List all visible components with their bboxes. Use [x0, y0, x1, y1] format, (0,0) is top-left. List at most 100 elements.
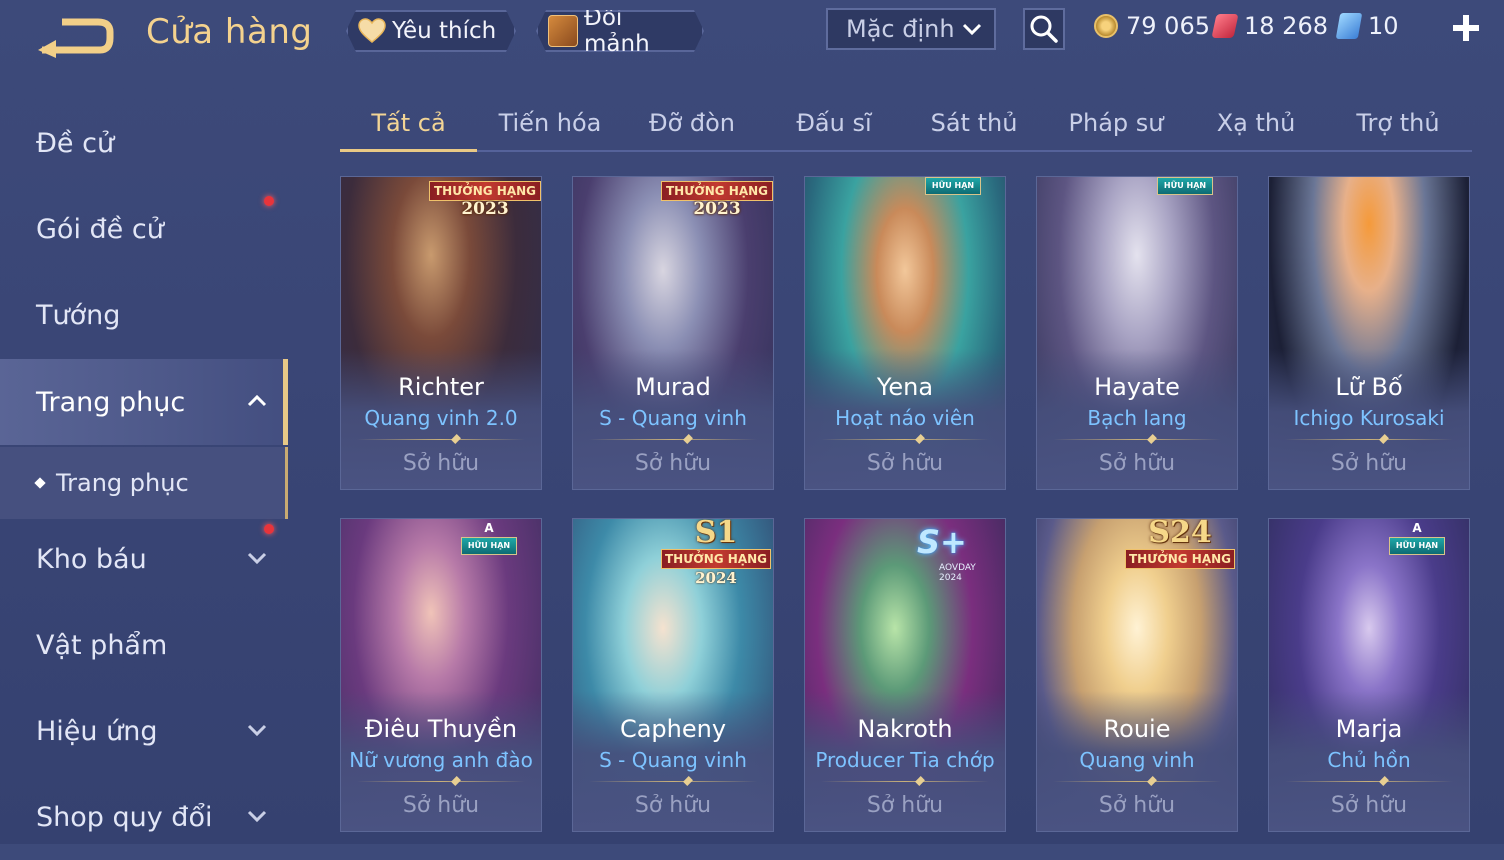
voucher-amount: 10 [1368, 12, 1399, 40]
skin-card[interactable]: A HỮU HẠN Marja Chủ hồn Sở hữu [1268, 518, 1470, 832]
season-label: S24 [1148, 518, 1212, 550]
skin-card[interactable]: Lữ Bố Ichigo Kurosaki Sở hữu [1268, 176, 1470, 490]
sidebar-item-label: Trang phục [56, 469, 189, 497]
sidebar-item-recommended-bundles[interactable]: Gói đề cử [0, 186, 288, 272]
hero-name: Nakroth [857, 715, 953, 743]
skin-card[interactable]: HỮU HẠN Hayate Bạch lang Sở hữu [1036, 176, 1238, 490]
hero-name: Lữ Bố [1335, 373, 1403, 401]
skin-card[interactable]: THƯỞNG HẠNG 2023 Murad S - Quang vinh Sở… [572, 176, 774, 490]
sort-dropdown[interactable]: Mặc định [826, 8, 996, 50]
role-tabs: Tất cả Tiến hóa Đỡ đòn Đấu sĩ Sát thủ Ph… [340, 96, 1472, 152]
skin-name: Chủ hồn [1327, 748, 1411, 772]
notification-dot [264, 524, 274, 534]
chest-icon [548, 15, 578, 47]
divider [1285, 781, 1453, 782]
badge-year: 2023 [461, 199, 509, 219]
skin-name: Bạch lang [1087, 406, 1187, 430]
sidebar-item-label: Kho báu [36, 543, 147, 575]
tab-mage[interactable]: Pháp sư [1048, 96, 1184, 150]
ruby-icon [1211, 14, 1239, 38]
favorites-label: Yêu thích [392, 18, 497, 44]
divider [821, 439, 989, 440]
sidebar-item-treasure[interactable]: Kho báu [0, 516, 288, 602]
badge-year: 2024 [695, 569, 737, 587]
skin-name: Quang vinh [1079, 748, 1195, 772]
divider [821, 781, 989, 782]
sidebar-item-heroes[interactable]: Tướng [0, 272, 288, 358]
skin-card[interactable]: THƯỞNG HẠNG 2023 Richter Quang vinh 2.0 … [340, 176, 542, 490]
sidebar-item-label: Hiệu ứng [36, 715, 158, 747]
tab-label: Tất cả [371, 109, 446, 137]
hero-name: Marja [1335, 715, 1403, 743]
owned-status: Sở hữu [402, 793, 480, 818]
search-icon [1030, 15, 1058, 43]
splus-label: S+ [917, 523, 967, 561]
tab-assassin[interactable]: Sát thủ [906, 96, 1042, 150]
sidebar-item-items[interactable]: Vật phẩm [0, 602, 288, 688]
limited-badge: HỮU HẠN [925, 177, 981, 195]
exchange-shards-label: Đổi mảnh [584, 5, 650, 57]
gold-coin-icon [1094, 14, 1118, 38]
skin-name: Hoạt náo viên [835, 406, 975, 430]
tab-fighter[interactable]: Đấu sĩ [766, 96, 902, 150]
sidebar-item-recommended[interactable]: Đề cử [0, 100, 288, 186]
tab-evolution[interactable]: Tiến hóa [482, 96, 618, 150]
chevron-down-icon [962, 23, 982, 36]
rank-reward-ribbon: THƯỞNG HẠNG [661, 181, 773, 201]
divider [1053, 439, 1221, 440]
owned-status: Sở hữu [866, 451, 944, 476]
skin-card[interactable]: S1 THƯỞNG HẠNG 2024 Capheny S - Quang vi… [572, 518, 774, 832]
notification-dot [264, 196, 274, 206]
divider [589, 781, 757, 782]
hero-name: Capheny [619, 715, 727, 743]
sidebar-item-effects[interactable]: Hiệu ứng [0, 688, 288, 774]
owned-status: Sở hữu [634, 451, 712, 476]
skin-name: Nữ vương anh đào [349, 748, 533, 772]
skin-name: Ichigo Kurosaki [1293, 406, 1445, 430]
search-button[interactable] [1023, 8, 1065, 50]
hero-name: Yena [876, 373, 934, 401]
rank-reward-ribbon: THƯỞNG HẠNG [429, 181, 541, 201]
hero-name: Rouie [1103, 715, 1171, 743]
season-label: S1 [694, 518, 738, 550]
chevron-down-icon [247, 724, 267, 737]
back-arrow-icon[interactable] [36, 14, 116, 58]
sidebar-item-skins[interactable]: Trang phục [0, 359, 288, 445]
exchange-shards-button[interactable]: Đổi mảnh [536, 10, 704, 52]
tab-label: Pháp sư [1068, 109, 1164, 137]
hero-name: Điêu Thuyền [364, 715, 518, 743]
tab-label: Xạ thủ [1216, 109, 1296, 137]
sidebar-subitem-skins[interactable]: Trang phục [0, 447, 288, 519]
rank-reward-badge: THƯỞNG HẠNG 2023 [661, 179, 773, 219]
top-bar: Cửa hàng Yêu thích Đổi mảnh Mặc định 79 … [0, 0, 1504, 64]
divider [357, 781, 525, 782]
tab-marksman[interactable]: Xạ thủ [1188, 96, 1324, 150]
limited-badge: HỮU HẠN [1157, 177, 1213, 195]
gold-amount: 79 065 [1126, 12, 1210, 40]
skin-name: S - Quang vinh [599, 748, 747, 772]
ruby-balance: 18 268 [1211, 12, 1328, 40]
skin-card[interactable]: HỮU HẠN Yena Hoạt náo viên Sở hữu [804, 176, 1006, 490]
voucher-icon [1335, 13, 1363, 39]
owned-status: Sở hữu [1330, 793, 1408, 818]
skin-grid: THƯỞNG HẠNG 2023 Richter Quang vinh 2.0 … [340, 176, 1480, 844]
tab-support[interactable]: Trợ thủ [1330, 96, 1466, 150]
sidebar-item-exchange-shop[interactable]: Shop quy đổi [0, 774, 288, 860]
rank-reward-ribbon: THƯỞNG HẠNG [661, 549, 771, 569]
tab-label: Trợ thủ [1356, 109, 1440, 137]
tab-tank[interactable]: Đỡ đòn [624, 96, 760, 150]
divider [1285, 439, 1453, 440]
tab-all[interactable]: Tất cả [340, 96, 477, 152]
skin-card[interactable]: A HỮU HẠN Điêu Thuyền Nữ vương anh đào S… [340, 518, 542, 832]
favorites-button[interactable]: Yêu thích [346, 10, 516, 52]
plus-icon[interactable] [1448, 10, 1484, 46]
heart-icon [358, 18, 386, 44]
sidebar-item-label: Vật phẩm [36, 629, 168, 661]
hero-name: Hayate [1094, 373, 1180, 401]
skin-card[interactable]: S24 THƯỞNG HẠNG Rouie Quang vinh Sở hữu [1036, 518, 1238, 832]
splus-badge: S+ AOVDAY 2024 [917, 523, 997, 583]
sidebar-item-label: Shop quy đổi [36, 801, 213, 833]
tab-label: Sát thủ [930, 109, 1018, 137]
skin-card[interactable]: S+ AOVDAY 2024 Nakroth Producer Tia chớp… [804, 518, 1006, 832]
event-label: AOVDAY 2024 [939, 563, 976, 583]
